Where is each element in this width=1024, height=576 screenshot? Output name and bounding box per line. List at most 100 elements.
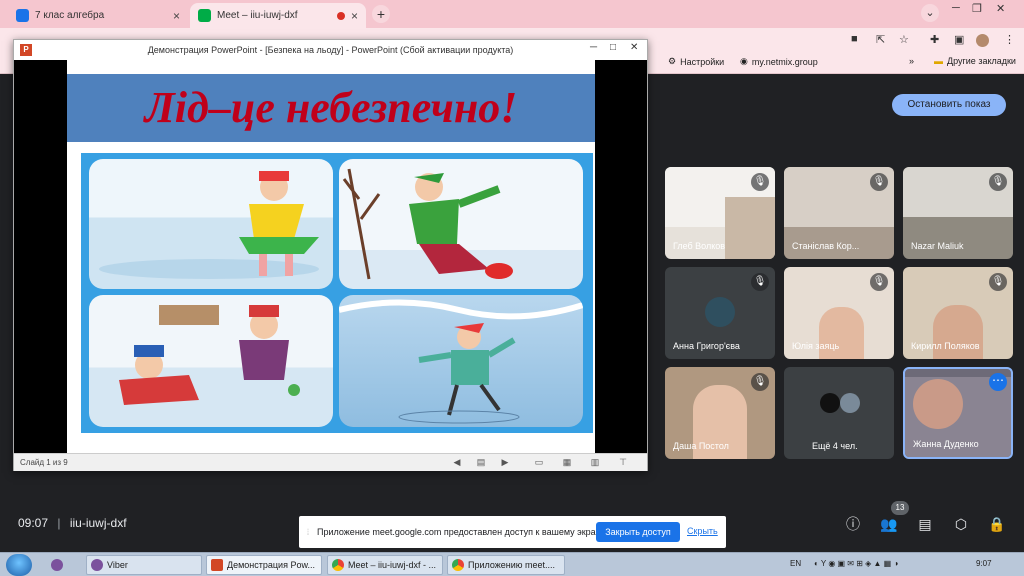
taskbar-powerpoint[interactable]: Демонстрация Pow... bbox=[206, 555, 322, 575]
taskbar-viber[interactable]: Viber bbox=[86, 555, 202, 575]
stop-presenting-button[interactable]: Остановить показ bbox=[892, 94, 1006, 116]
people-icon[interactable]: 👥 bbox=[878, 513, 900, 535]
taskbar-clock[interactable]: 9:07 bbox=[976, 559, 992, 568]
participant-name: Глеб Волков bbox=[673, 241, 726, 251]
menu-icon[interactable]: ▤ bbox=[475, 457, 487, 468]
previous-slide-icon[interactable]: ◀ bbox=[451, 457, 463, 468]
browser-tab-strip: 7 клас алгебра × Meet – iiu-iuwj-dxf × +… bbox=[0, 0, 1024, 28]
bookmark-label: Другие закладки bbox=[947, 56, 1016, 66]
language-indicator[interactable]: EN bbox=[790, 559, 801, 568]
tray-icons[interactable]: ◐ Y ◉ ▣ ✉ ⊞ ◈ ▲ ▦ ◑ bbox=[814, 559, 898, 568]
tab-label: 7 клас алгебра bbox=[35, 10, 105, 21]
meeting-time: 09:07 | iiu-iuwj-dxf bbox=[18, 516, 127, 530]
participant-tile[interactable]: 🎙 Анна Григор'єва bbox=[665, 267, 775, 359]
globe-icon: ◉ bbox=[740, 56, 748, 66]
share-icon[interactable]: ⇱ bbox=[876, 33, 885, 46]
task-label: Приложению meet.... bbox=[468, 560, 556, 570]
close-window-icon[interactable]: ✕ bbox=[996, 2, 1005, 15]
participant-name: Юлія заяць bbox=[792, 341, 840, 351]
bookmark-other[interactable]: ▬ Другие закладки bbox=[934, 56, 1016, 66]
task-label: Meet – iiu-iuwj-dxf - ... bbox=[348, 560, 437, 570]
participant-tile[interactable]: 🎙 Кирилл Поляков bbox=[903, 267, 1013, 359]
mic-off-icon: 🎙 bbox=[989, 273, 1007, 291]
host-controls-icon[interactable]: 🔒 bbox=[986, 513, 1008, 535]
notification-message: Приложение meet.google.com предоставлен … bbox=[317, 527, 607, 537]
slide-title: Лід–це небезпечно! bbox=[144, 83, 518, 132]
avatar[interactable] bbox=[976, 34, 989, 47]
boys-on-ice-image bbox=[119, 305, 300, 405]
restore-icon[interactable]: ❐ bbox=[972, 2, 982, 15]
close-icon[interactable]: × bbox=[173, 9, 180, 23]
task-label: Демонстрация Pow... bbox=[227, 560, 315, 570]
camera-icon[interactable]: ■ bbox=[851, 33, 858, 45]
folder-icon: ▬ bbox=[934, 56, 943, 66]
start-button[interactable] bbox=[6, 554, 32, 576]
maximize-icon[interactable]: □ bbox=[610, 42, 616, 53]
chat-icon[interactable]: ▤ bbox=[914, 513, 936, 535]
next-slide-icon[interactable]: ▶ bbox=[499, 457, 511, 468]
bookmarks-overflow[interactable]: » bbox=[909, 56, 914, 66]
recording-icon bbox=[336, 11, 345, 20]
participant-tile[interactable]: 🎙 Даша Постол bbox=[665, 367, 775, 459]
mic-off-icon: 🎙 bbox=[870, 173, 888, 191]
tab-algebra[interactable]: 7 клас алгебра × bbox=[8, 3, 188, 28]
slideshow-icon[interactable]: ⊤ bbox=[617, 457, 629, 468]
participant-tile[interactable]: 🎙 Станіслав Кор... bbox=[784, 167, 894, 259]
bookmark-label: Настройки bbox=[680, 56, 725, 67]
video-feed bbox=[819, 307, 864, 359]
mic-off-icon: 🎙 bbox=[751, 173, 769, 191]
tab-label: Meet – iiu-iuwj-dxf bbox=[217, 10, 298, 21]
girl-on-ice-image bbox=[99, 171, 319, 279]
hide-link[interactable]: Скрыть bbox=[687, 526, 718, 536]
tab-search-icon[interactable]: ⌄ bbox=[921, 4, 939, 22]
avatar bbox=[705, 297, 735, 327]
minimize-icon[interactable]: ─ bbox=[590, 42, 597, 53]
slide: Лід–це небезпечно! bbox=[67, 60, 595, 453]
slide-view: Лід–це небезпечно! bbox=[14, 60, 647, 453]
mic-off-icon: 🎙 bbox=[751, 273, 769, 291]
bookmark-settings[interactable]: ⚙ Настройки bbox=[668, 56, 724, 67]
participant-tile-others[interactable]: Ещё 4 чел. bbox=[784, 367, 894, 459]
video-feed bbox=[913, 379, 963, 429]
participant-name: Станіслав Кор... bbox=[792, 241, 860, 251]
mic-off-icon: 🎙 bbox=[751, 373, 769, 391]
sidepanel-icon[interactable]: ▣ bbox=[954, 33, 964, 46]
tab-meet[interactable]: Meet – iiu-iuwj-dxf × bbox=[190, 3, 366, 28]
new-tab-button[interactable]: + bbox=[372, 5, 390, 23]
close-icon[interactable]: × bbox=[351, 9, 358, 23]
more-options-icon[interactable]: ⋯ bbox=[989, 373, 1007, 391]
star-icon[interactable]: ☆ bbox=[899, 33, 909, 46]
participant-tile[interactable]: ⋯ Жанна Дуденко bbox=[903, 367, 1013, 459]
chrome-icon bbox=[452, 559, 464, 571]
taskbar-chrome-notification[interactable]: Приложению meet.... bbox=[447, 555, 565, 575]
stop-sharing-button[interactable]: Закрыть доступ bbox=[596, 522, 680, 542]
illustration-panel bbox=[81, 153, 593, 433]
extensions-icon[interactable]: ✚ bbox=[930, 33, 939, 46]
activities-icon[interactable]: ⬡ bbox=[950, 513, 972, 535]
minimize-icon[interactable]: ─ bbox=[952, 2, 960, 14]
participant-tile[interactable]: 🎙 Глеб Волков bbox=[665, 167, 775, 259]
participant-name: Даша Постол bbox=[673, 441, 729, 451]
info-icon[interactable]: ⓘ bbox=[842, 513, 864, 535]
close-icon[interactable]: ✕ bbox=[630, 42, 638, 53]
task-label: Viber bbox=[107, 560, 128, 570]
bookmark-netmix[interactable]: ◉ my.netmix.group bbox=[740, 56, 818, 67]
windows-taskbar: Viber Демонстрация Pow... Meet – iiu-iuw… bbox=[0, 552, 1024, 576]
normal-view-icon[interactable]: ▭ bbox=[533, 457, 545, 468]
participant-name: Кирилл Поляков bbox=[911, 341, 980, 351]
drag-handle-icon[interactable]: ⦙ bbox=[307, 527, 309, 538]
participant-name: Ещё 4 чел. bbox=[812, 441, 858, 451]
reading-view-icon[interactable]: ▥ bbox=[589, 457, 601, 468]
bookmark-label: my.netmix.group bbox=[751, 56, 818, 67]
powerpoint-window[interactable]: Демонстрация PowerPoint - [Безпека на ль… bbox=[13, 39, 648, 471]
menu-icon[interactable]: ⋮ bbox=[1004, 33, 1015, 46]
clock-text: 09:07 bbox=[18, 516, 49, 530]
taskbar-pin[interactable] bbox=[48, 555, 66, 575]
powerpoint-icon: P bbox=[20, 44, 32, 56]
participant-tile[interactable]: 🎙 Юлія заяць bbox=[784, 267, 894, 359]
participant-tile[interactable]: 🎙 Nazar Maliuk bbox=[903, 167, 1013, 259]
girl-skating-image bbox=[339, 299, 583, 424]
taskbar-chrome-meet[interactable]: Meet – iiu-iuwj-dxf - ... bbox=[327, 555, 443, 575]
chrome-icon bbox=[332, 559, 344, 571]
slide-sorter-icon[interactable]: ▦ bbox=[561, 457, 573, 468]
